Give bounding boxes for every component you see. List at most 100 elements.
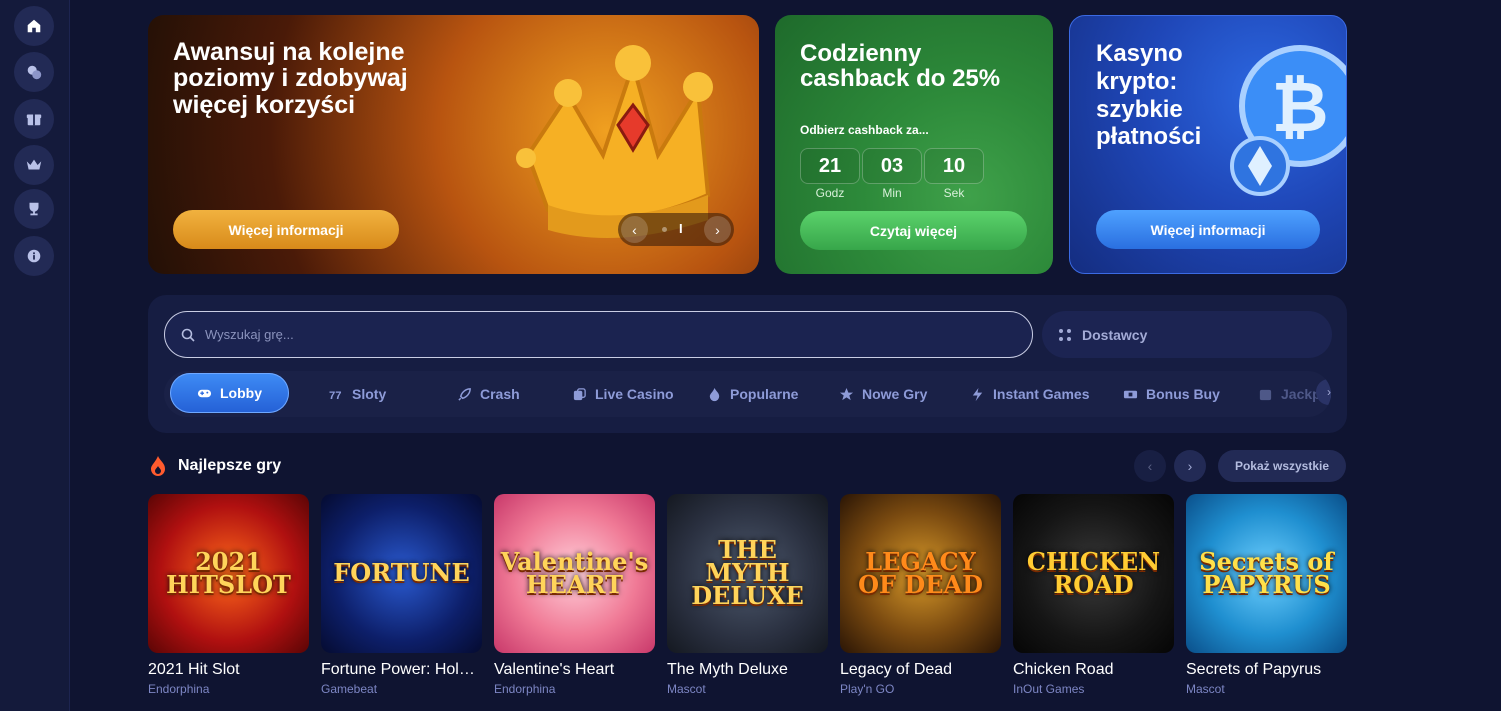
game-card[interactable]: CHICKEN ROAD Chicken Road InOut Games	[1013, 494, 1174, 696]
game-card[interactable]: Valentine's HEART Valentine's Heart Endo…	[494, 494, 655, 696]
banner-carousel-control: ‹ I ›	[618, 213, 734, 246]
game-thumbnail-text: THE MYTH DELUXE	[691, 535, 804, 610]
game-provider: Endorphina	[148, 682, 210, 696]
grid-dots-icon	[1059, 328, 1071, 341]
crown-icon	[26, 159, 42, 170]
sidebar-casino-button[interactable]	[14, 52, 54, 92]
game-thumbnail-text: CHICKEN ROAD	[1026, 546, 1161, 599]
tab-live-casino[interactable]: Live Casino	[572, 371, 674, 417]
game-title[interactable]: Secrets of Papyrus	[1186, 661, 1347, 679]
flame-icon	[709, 387, 720, 401]
crypto-banner[interactable]: ₿ Kasyno krypto: szybkie płatności Więce…	[1069, 15, 1347, 274]
tab-nowe-gry[interactable]: Nowe Gry	[839, 371, 927, 417]
dice-icon	[573, 387, 586, 400]
slots-icon: 77	[329, 390, 342, 402]
star-icon	[839, 387, 854, 400]
game-provider: Mascot	[667, 682, 706, 696]
game-thumbnail-text: FORTUNE	[333, 558, 470, 588]
tab-label: Nowe Gry	[862, 386, 928, 402]
sidebar-home-button[interactable]	[14, 6, 54, 46]
timer-seconds-label: Sek	[943, 186, 965, 200]
game-thumbnail-text: LEGACY OF DEAD	[858, 546, 983, 599]
game-thumbnail[interactable]: LEGACY OF DEAD	[840, 494, 1001, 653]
sidebar-promotions-button[interactable]	[14, 99, 54, 139]
svg-text:77: 77	[329, 390, 342, 402]
game-title[interactable]: The Myth Deluxe	[667, 661, 828, 679]
tab-popularne[interactable]: Popularne	[707, 371, 798, 417]
search-input[interactable]: Wyszukaj grę...	[164, 311, 1033, 358]
game-thumbnail[interactable]: 2021 HITSLOT	[148, 494, 309, 653]
carousel-prev-button[interactable]: ‹	[621, 216, 648, 243]
game-card[interactable]: LEGACY OF DEAD Legacy of Dead Play'n GO	[840, 494, 1001, 696]
timer-minutes-label: Min	[882, 186, 902, 200]
category-tabs: Lobby 77 Sloty Crash Live Casino Popular…	[164, 371, 1331, 417]
game-filters: Wyszukaj grę... Dostawcy Lobby 77 Sloty …	[148, 295, 1347, 433]
providers-button[interactable]: Dostawcy	[1042, 311, 1332, 358]
tab-sloty[interactable]: 77 Sloty	[329, 371, 386, 417]
sidebar-tournaments-button[interactable]	[14, 189, 54, 229]
tab-bonus-buy[interactable]: Bonus Buy	[1123, 371, 1220, 417]
svg-text:₿: ₿	[1271, 68, 1328, 146]
game-title[interactable]: Chicken Road	[1013, 661, 1174, 679]
game-thumbnail[interactable]: Valentine's HEART	[494, 494, 655, 653]
sidebar	[0, 0, 70, 711]
lightning-icon	[972, 387, 983, 401]
levels-banner[interactable]: Awansuj na kolejne poziomy i zdobywaj wi…	[148, 15, 759, 274]
cashback-subtitle: Odbierz cashback za...	[800, 123, 929, 137]
info-icon	[27, 249, 41, 263]
fire-icon	[151, 456, 165, 476]
game-thumbnail[interactable]: THE MYTH DELUXE	[667, 494, 828, 653]
sidebar-info-button[interactable]	[14, 236, 54, 276]
crypto-banner-title: Kasyno krypto: szybkie płatności	[1096, 40, 1202, 151]
tab-label: Instant Games	[993, 386, 1090, 402]
game-thumbnail-text: Valentine's HEART	[500, 546, 649, 599]
search-icon	[181, 328, 195, 342]
game-card[interactable]: 2021 HITSLOT 2021 Hit Slot Endorphina	[148, 494, 309, 696]
ticket-icon	[1123, 390, 1138, 398]
show-all-button[interactable]: Pokaż wszystkie	[1218, 450, 1346, 482]
carousel-active-indicator: I	[679, 221, 683, 236]
carousel-dot[interactable]	[662, 227, 667, 232]
tab-lobby[interactable]: Lobby	[170, 373, 289, 413]
game-provider: InOut Games	[1013, 682, 1085, 696]
gift-icon	[26, 114, 42, 126]
game-card[interactable]: THE MYTH DELUXE The Myth Deluxe Mascot	[667, 494, 828, 696]
games-next-button[interactable]: ›	[1174, 450, 1206, 482]
sidebar-vip-button[interactable]	[14, 145, 54, 185]
game-title[interactable]: Valentine's Heart	[494, 661, 655, 679]
carousel-next-button[interactable]: ›	[704, 216, 731, 243]
game-provider: Gamebeat	[321, 682, 378, 696]
game-provider: Mascot	[1186, 682, 1225, 696]
levels-more-info-button[interactable]: Więcej informacji	[173, 210, 399, 249]
timer-hours-label: Godz	[815, 186, 845, 200]
game-title[interactable]: Legacy of Dead	[840, 661, 1001, 679]
timer-hours: 21	[800, 148, 860, 184]
game-thumbnail-text: Secrets of PAPYRUS	[1199, 546, 1334, 599]
tab-crash[interactable]: Crash	[457, 371, 520, 417]
trophy-icon	[29, 202, 39, 216]
games-prev-button[interactable]: ‹	[1134, 450, 1166, 482]
providers-label: Dostawcy	[1082, 326, 1148, 343]
game-card[interactable]: Secrets of PAPYRUS Secrets of Papyrus Ma…	[1186, 494, 1347, 696]
crypto-more-info-button[interactable]: Więcej informacji	[1096, 210, 1320, 249]
gamepad-icon	[197, 389, 212, 397]
bitcoin-coin-icon: ₿	[1230, 45, 1346, 196]
game-title[interactable]: Fortune Power: Hold & Win	[321, 661, 482, 679]
tab-label: Sloty	[352, 386, 387, 402]
section-title: Najlepsze gry	[178, 457, 282, 474]
game-provider: Play'n GO	[840, 682, 895, 696]
tab-instant-games[interactable]: Instant Games	[970, 371, 1089, 417]
tab-label: Live Casino	[595, 386, 674, 402]
game-title[interactable]: 2021 Hit Slot	[148, 661, 309, 679]
game-provider: Endorphina	[494, 682, 556, 696]
game-thumbnail[interactable]: CHICKEN ROAD	[1013, 494, 1174, 653]
levels-banner-title: Awansuj na kolejne poziomy i zdobywaj wi…	[173, 38, 408, 119]
game-thumbnail-text: 2021 HITSLOT	[166, 546, 291, 599]
casino-chips-icon	[27, 65, 42, 80]
tab-label: Crash	[480, 386, 520, 402]
game-card[interactable]: FORTUNE Fortune Power: Hold & Win Gamebe…	[321, 494, 482, 696]
game-thumbnail[interactable]: Secrets of PAPYRUS	[1186, 494, 1347, 653]
cashback-read-more-button[interactable]: Czytaj więcej	[800, 211, 1027, 250]
cashback-banner[interactable]: Codzienny cashback do 25% Odbierz cashba…	[775, 15, 1053, 274]
game-thumbnail[interactable]: FORTUNE	[321, 494, 482, 653]
